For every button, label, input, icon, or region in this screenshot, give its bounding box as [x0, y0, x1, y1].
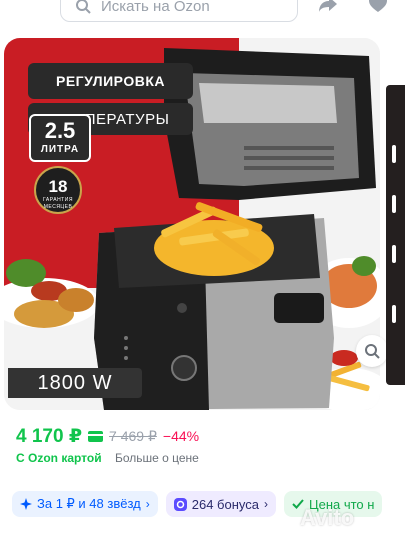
price-row: 4 170 ₽ 7 469 ₽ −44%	[16, 424, 199, 448]
power-label: 1800 W	[8, 368, 142, 398]
camera-search-icon	[365, 344, 380, 359]
chevron-right-icon: ›	[145, 497, 150, 511]
bonus-icon	[173, 497, 187, 511]
sparkle-icon	[20, 498, 32, 510]
card-icon	[88, 430, 104, 442]
current-price: 4 170 ₽	[16, 425, 83, 447]
search-icon	[76, 0, 91, 14]
favorite-icon[interactable]	[362, 0, 394, 20]
product-image-card[interactable]: РЕГУЛИРОВКА ТЕМПЕРАТУРЫ 2.5 ЛИТРА 18 ГАР…	[4, 38, 380, 410]
bonus-chip[interactable]: 264 бонуса ›	[165, 491, 276, 517]
visual-search-button[interactable]	[356, 335, 388, 367]
warranty-text: ГАРАНТИЯ МЕСЯЦЕВ	[43, 197, 73, 210]
volume-badge: 2.5 ЛИТРА	[29, 114, 91, 162]
price-note: С Ozon картой Больше о цене	[16, 451, 199, 465]
badge-line-1: РЕГУЛИРОВКА	[28, 63, 193, 99]
warranty-badge: 18 ГАРАНТИЯ МЕСЯЦЕВ	[34, 166, 82, 214]
stars-offer-label: За 1 ₽ и 48 звёзд	[37, 496, 141, 511]
volume-value: 2.5	[44, 118, 76, 143]
search-input[interactable]: Искать на Ozon	[101, 0, 210, 15]
chevron-right-icon: ›	[263, 497, 268, 511]
top-bar: Искать на Ozon	[0, 0, 405, 30]
share-icon[interactable]	[312, 0, 344, 20]
old-price: 7 469 ₽	[109, 427, 157, 444]
avito-watermark: Avito	[300, 505, 355, 530]
next-image-preview[interactable]	[386, 85, 405, 385]
stars-offer-chip[interactable]: За 1 ₽ и 48 звёзд ›	[12, 491, 158, 517]
warranty-value: 18	[48, 177, 68, 196]
bonus-label: 264 бонуса	[191, 496, 259, 512]
more-about-price-link[interactable]: Больше о цене	[115, 451, 199, 465]
discount-badge: −44%	[162, 428, 200, 444]
product-page: Искать на Ozon РЕГУЛИРОВКА ТЕМПЕРАТУРЫ 2…	[0, 0, 405, 540]
search-bar[interactable]: Искать на Ozon	[60, 0, 298, 22]
ozon-card-label: С Ozon картой	[16, 451, 102, 465]
volume-unit: ЛИТРА	[40, 144, 80, 155]
